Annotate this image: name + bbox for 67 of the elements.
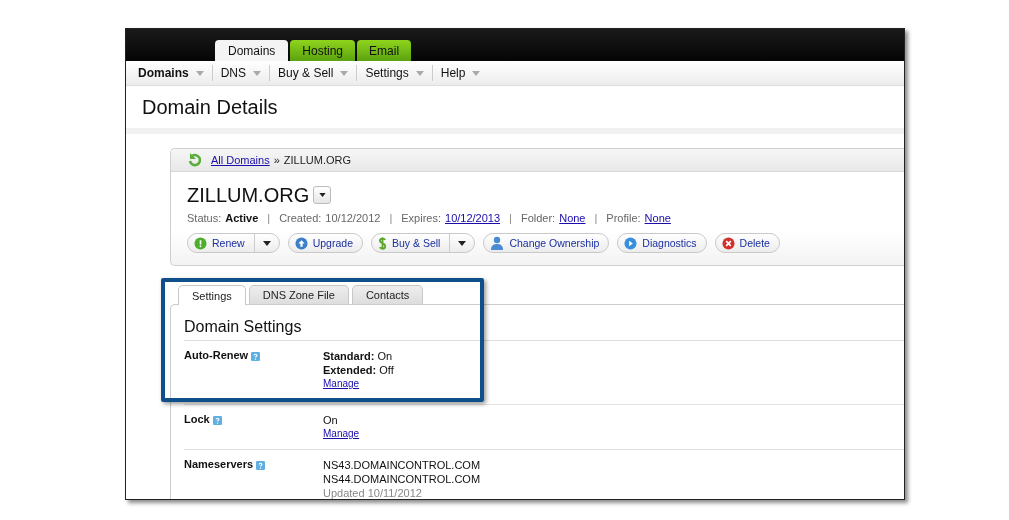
caret-icon (340, 70, 349, 76)
meta-separator: | (389, 212, 393, 224)
back-arrow-icon (187, 153, 201, 167)
help-icon[interactable] (212, 416, 222, 425)
up-arrow-icon (294, 236, 308, 250)
domain-name: ZILLUM.ORG (187, 183, 310, 207)
action-button[interactable]: Change Ownership (483, 233, 610, 253)
menu-item[interactable]: Help (432, 66, 489, 80)
meta-label: Profile: (606, 212, 641, 224)
section-tab[interactable]: Settings (178, 285, 246, 305)
product-tab[interactable]: Email (357, 40, 412, 61)
menu-item[interactable]: Domains (130, 66, 212, 80)
meta-value: Active (225, 212, 259, 224)
product-tab[interactable]: Domains (215, 40, 289, 61)
caret-icon (253, 70, 262, 76)
meta-separator: | (267, 212, 271, 224)
caret-icon (458, 240, 467, 246)
page-title: Domain Details (142, 95, 278, 119)
meta-label: Created: (279, 212, 322, 224)
menu-item[interactable]: Settings (357, 66, 432, 80)
meta-link[interactable]: 10/12/2013 (445, 212, 501, 224)
meta-link[interactable]: None (644, 212, 671, 224)
help-icon[interactable] (251, 352, 261, 361)
setting-value: On (323, 413, 339, 427)
exclamation-icon (194, 236, 207, 250)
product-tab[interactable]: Hosting (290, 40, 356, 61)
menu-item[interactable]: DNS (212, 66, 270, 80)
setting-value: NS43.DOMAINCONTROL.COM (323, 458, 481, 472)
setting-label: Auto-Renew (184, 349, 249, 361)
domain-dropdown-button[interactable] (313, 186, 332, 204)
help-icon[interactable] (256, 461, 266, 470)
section-tab[interactable]: DNS Zone File (248, 285, 349, 304)
meta-label: Status: (187, 212, 222, 224)
manage-link[interactable]: Manage (323, 428, 360, 439)
person-icon (490, 236, 505, 250)
setting-label: Nameservers (184, 458, 254, 470)
action-button[interactable]: Delete (714, 233, 780, 253)
menu-item[interactable]: Buy & Sell (270, 66, 357, 80)
meta-separator: | (594, 212, 598, 224)
section-tab[interactable]: Contacts (351, 285, 424, 304)
caret-icon (318, 193, 326, 197)
caret-icon (195, 70, 204, 76)
meta-value: 10/12/2012 (325, 212, 381, 224)
caret-icon (262, 240, 271, 246)
manage-link[interactable]: Manage (323, 378, 360, 389)
setting-value: Updated 10/11/2012 (323, 486, 423, 499)
dollar-icon (377, 235, 387, 251)
caret-icon (472, 70, 481, 76)
breadcrumb-link[interactable]: All Domains (211, 154, 270, 166)
setting-value: Standard: On (323, 349, 394, 363)
meta-label: Folder: (520, 212, 556, 224)
action-button[interactable]: Renew (187, 233, 280, 253)
breadcrumb-current: ZILLUM.ORG (283, 154, 352, 166)
meta-link[interactable]: None (559, 212, 586, 224)
caret-icon (415, 70, 424, 76)
setting-value: NS44.DOMAINCONTROL.COM (323, 472, 481, 486)
section-title: Domain Settings (184, 318, 904, 341)
setting-value: Extended: Off (323, 363, 394, 377)
action-button[interactable]: Upgrade (287, 233, 363, 253)
meta-label: Expires: (401, 212, 441, 224)
meta-separator: | (509, 212, 512, 224)
action-button[interactable]: Buy & Sell (370, 233, 476, 253)
setting-label: Lock (184, 413, 210, 425)
breadcrumb-separator: » (273, 154, 280, 166)
x-circle-icon (721, 236, 735, 250)
play-icon (624, 236, 638, 250)
action-button[interactable]: Diagnostics (617, 233, 707, 253)
